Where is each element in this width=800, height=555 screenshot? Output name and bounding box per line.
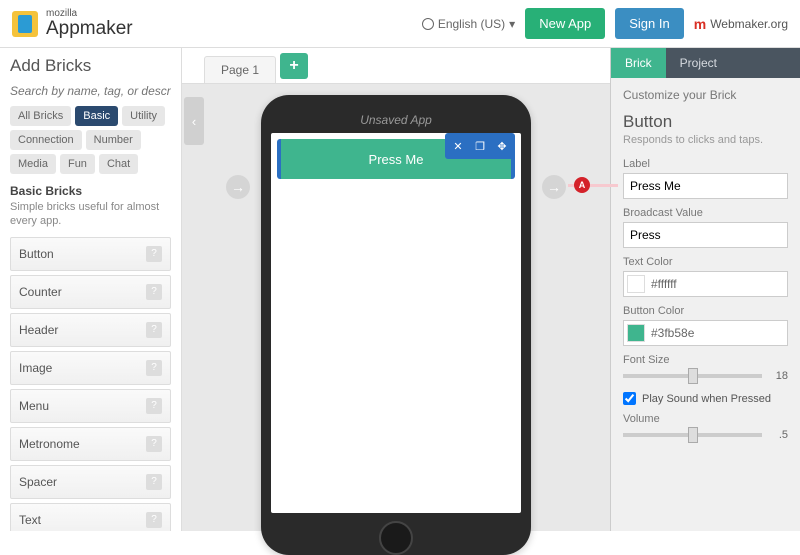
fontsize-field-label: Font Size <box>623 354 788 366</box>
copy-icon: ❐ <box>475 140 485 153</box>
panel-subtitle: Customize your Brick <box>623 88 788 102</box>
volume-value: .5 <box>768 429 788 441</box>
add-page-button[interactable]: + <box>280 53 308 79</box>
sign-in-button[interactable]: Sign In <box>615 8 683 39</box>
tag-media[interactable]: Media <box>10 154 56 174</box>
fontsize-slider[interactable] <box>623 374 762 378</box>
label-input[interactable] <box>623 173 788 199</box>
component-description: Responds to clicks and taps. <box>623 134 788 146</box>
duplicate-brick-button[interactable]: ❐ <box>470 136 490 156</box>
tab-project[interactable]: Project <box>666 48 731 78</box>
webmaker-label: Webmaker.org <box>710 17 788 31</box>
tab-brick[interactable]: Brick <box>611 48 666 78</box>
right-panel: Brick Project Customize your Brick Butto… <box>610 48 800 531</box>
globe-icon <box>422 18 434 30</box>
help-icon[interactable]: ? <box>146 474 162 490</box>
playsound-checkbox[interactable] <box>623 392 636 405</box>
buttoncolor-value: #3fb58e <box>651 326 694 340</box>
category-description: Simple bricks useful for almost every ap… <box>10 200 171 229</box>
language-selector[interactable]: English (US) ▾ <box>422 17 515 31</box>
left-panel: Add Bricks All Bricks Basic Utility Conn… <box>0 48 182 531</box>
buttoncolor-input[interactable]: #3fb58e <box>623 320 788 346</box>
move-brick-button[interactable]: ✥ <box>492 136 512 156</box>
page-tabs: Page 1 + <box>182 48 610 84</box>
selection-toolbar: ✕ ❐ ✥ <box>445 133 515 159</box>
tag-utility[interactable]: Utility <box>122 106 165 126</box>
textcolor-input[interactable]: #ffffff <box>623 271 788 297</box>
playsound-label: Play Sound when Pressed <box>642 393 771 405</box>
buttoncolor-field-label: Button Color <box>623 305 788 317</box>
next-page-button[interactable]: → <box>542 175 566 199</box>
tag-all-bricks[interactable]: All Bricks <box>10 106 71 126</box>
tag-chat[interactable]: Chat <box>99 154 138 174</box>
playsound-checkbox-row[interactable]: Play Sound when Pressed <box>623 392 788 405</box>
broadcast-input[interactable] <box>623 222 788 248</box>
canvas-button-label: Press Me <box>369 152 424 167</box>
brick-spacer[interactable]: Spacer? <box>10 465 171 499</box>
logo-icon <box>12 11 38 37</box>
help-icon[interactable]: ? <box>146 512 162 528</box>
move-icon: ✥ <box>497 140 506 153</box>
label-field-label: Label <box>623 158 788 170</box>
phone-home-button[interactable] <box>379 521 413 555</box>
tag-connection[interactable]: Connection <box>10 130 82 150</box>
color-swatch-icon <box>627 275 645 293</box>
brick-button[interactable]: Button? <box>10 237 171 271</box>
app-header: mozilla Appmaker English (US) ▾ New App … <box>0 0 800 48</box>
prev-page-button[interactable]: → <box>226 175 250 199</box>
chevron-down-icon: ▾ <box>509 17 515 31</box>
brick-metronome[interactable]: Metronome? <box>10 427 171 461</box>
help-icon[interactable]: ? <box>146 360 162 376</box>
left-panel-title: Add Bricks <box>10 56 171 76</box>
logo-big-text: Appmaker <box>46 19 133 38</box>
arrow-left-icon: → <box>231 179 245 195</box>
chevron-left-icon: ‹ <box>192 114 196 129</box>
webmaker-link[interactable]: m Webmaker.org <box>694 16 788 32</box>
brick-menu[interactable]: Menu? <box>10 389 171 423</box>
textcolor-field-label: Text Color <box>623 256 788 268</box>
close-icon: ✕ <box>453 140 462 153</box>
brick-image[interactable]: Image? <box>10 351 171 385</box>
help-icon[interactable]: ? <box>146 284 162 300</box>
collapse-left-panel-button[interactable]: ‹ <box>184 97 204 145</box>
phone-preview: Unsaved App ✕ ❐ ✥ Press Me <box>261 95 531 555</box>
new-app-button[interactable]: New App <box>525 8 605 39</box>
brick-text[interactable]: Text? <box>10 503 171 531</box>
logo[interactable]: mozilla Appmaker <box>12 9 133 38</box>
component-name: Button <box>623 112 788 132</box>
right-panel-tabs: Brick Project <box>611 48 800 78</box>
help-icon[interactable]: ? <box>146 246 162 262</box>
broadcast-field-label: Broadcast Value <box>623 207 788 219</box>
arrow-right-icon: → <box>547 179 561 195</box>
phone-screen[interactable]: ✕ ❐ ✥ Press Me <box>271 133 521 513</box>
canvas-button-brick[interactable]: ✕ ❐ ✥ Press Me <box>277 139 515 179</box>
textcolor-value: #ffffff <box>651 277 677 291</box>
delete-brick-button[interactable]: ✕ <box>448 136 468 156</box>
help-icon[interactable]: ? <box>146 398 162 414</box>
language-label: English (US) <box>438 17 505 31</box>
brick-counter[interactable]: Counter? <box>10 275 171 309</box>
tab-page-1[interactable]: Page 1 <box>204 56 276 83</box>
broadcast-badge[interactable]: A <box>574 177 590 193</box>
help-icon[interactable]: ? <box>146 322 162 338</box>
brick-search-input[interactable] <box>10 82 171 106</box>
color-swatch-icon <box>627 324 645 342</box>
volume-slider[interactable] <box>623 433 762 437</box>
tag-fun[interactable]: Fun <box>60 154 95 174</box>
fontsize-value: 18 <box>768 370 788 382</box>
app-title: Unsaved App <box>271 107 521 133</box>
category-title: Basic Bricks <box>10 184 171 198</box>
tag-filter-group: All Bricks Basic Utility Connection Numb… <box>10 106 171 174</box>
volume-field-label: Volume <box>623 413 788 425</box>
webmaker-icon: m <box>694 16 706 32</box>
help-icon[interactable]: ? <box>146 436 162 452</box>
tag-number[interactable]: Number <box>86 130 141 150</box>
brick-header[interactable]: Header? <box>10 313 171 347</box>
canvas-area: Page 1 + ‹ → → A Unsaved App ✕ ❐ ✥ Pre <box>182 48 610 531</box>
tag-basic[interactable]: Basic <box>75 106 118 126</box>
